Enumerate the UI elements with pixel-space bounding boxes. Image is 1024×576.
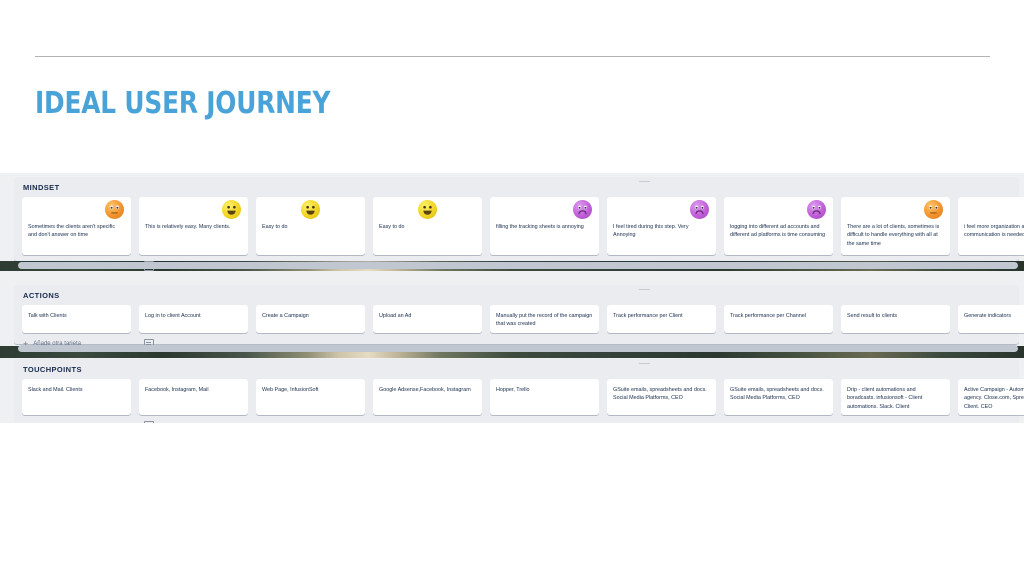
card[interactable]: Easy to do	[256, 197, 365, 255]
slide-divider-rule	[35, 56, 990, 57]
card[interactable]: Active Campaign - Automations for the ag…	[958, 379, 1024, 415]
card[interactable]: Facebook, Instagram, Mail	[139, 379, 248, 415]
sad-face-icon	[690, 200, 709, 219]
face-glyph	[423, 205, 432, 215]
card-text: Facebook, Instagram, Mail	[145, 387, 209, 393]
card-text: Generate indicators	[964, 313, 1012, 319]
card[interactable]: filling the tracking sheets is annoying	[490, 197, 599, 255]
card-text: Upload an Ad	[379, 313, 412, 319]
add-card-button-touchpoints[interactable]: + Añade otra tarjeta	[14, 415, 1019, 423]
confused-face-icon	[924, 200, 943, 219]
card-text: I feel tired during this step. Very Anno…	[613, 224, 689, 239]
face-glyph	[695, 205, 704, 215]
card[interactable]: Create a Campaign	[256, 305, 365, 333]
card[interactable]: Generate indicators	[958, 305, 1024, 333]
face-glyph	[578, 205, 587, 215]
swimlane-title-mindset: MINDSET	[23, 183, 60, 192]
card-text: Web Page, InfusionSoft	[262, 387, 319, 393]
card-text: There are a lot of clients, sometimes is…	[847, 224, 940, 247]
card[interactable]: i feel more organization and communicati…	[958, 197, 1024, 255]
card[interactable]: logging into different ad accounts and d…	[724, 197, 833, 255]
card-list-actions: Talk with Clients Log in to client Accou…	[14, 305, 1024, 333]
card-text: This is relatively easy. Many clients.	[145, 224, 231, 230]
card-text: Track performance per Client	[613, 313, 683, 319]
swimlane-touchpoints: TOUCHPOINTS Slack and Mail. Clients Face…	[14, 359, 1024, 423]
sad-face-icon	[573, 200, 592, 219]
card-text: Sometimes the clients aren't specific an…	[28, 224, 116, 239]
card[interactable]: Track performance per Client	[607, 305, 716, 333]
card[interactable]: Manually put the record of the campaign …	[490, 305, 599, 333]
card-text: Easy to do	[262, 224, 288, 230]
card-text: filling the tracking sheets is annoying	[496, 224, 584, 230]
lane-collapse-handle[interactable]	[639, 363, 650, 364]
card[interactable]: Upload an Ad	[373, 305, 482, 333]
card[interactable]: Drip - client automations and boradcasts…	[841, 379, 950, 415]
card[interactable]: I feel tired during this step. Very Anno…	[607, 197, 716, 255]
card-text: Easy to do	[379, 224, 405, 230]
card-template-icon[interactable]	[143, 421, 154, 423]
card[interactable]: Hopper, Trello	[490, 379, 599, 415]
card-text: Log in to client Account	[145, 313, 201, 319]
card-text: GSuite emails, spreadsheets and docs. So…	[730, 387, 824, 402]
face-glyph	[929, 205, 938, 214]
swimlane-title-touchpoints: TOUCHPOINTS	[23, 365, 82, 374]
card-text: Talk with Clients	[28, 313, 67, 319]
card[interactable]: Easy to do	[373, 197, 482, 255]
card[interactable]: Google Adsense,Facebook, Instagram	[373, 379, 482, 415]
card[interactable]: Web Page, InfusionSoft	[256, 379, 365, 415]
confused-face-icon	[105, 200, 124, 219]
plus-icon: +	[23, 421, 28, 423]
card-text: Manually put the record of the campaign …	[496, 313, 593, 328]
card-text: Create a Campaign	[262, 313, 309, 319]
trello-board-screenshot: MINDSET Sometimes the clients aren't spe…	[0, 173, 1024, 423]
card-list-mindset: Sometimes the clients aren't specific an…	[14, 197, 1024, 255]
face-glyph	[110, 205, 119, 214]
card[interactable]: GSuite emails, spreadsheets and docs. So…	[724, 379, 833, 415]
card[interactable]: GSuite emails, spreadsheets and docs. So…	[607, 379, 716, 415]
swimlane-title-actions: ACTIONS	[23, 291, 60, 300]
card-text: Hopper, Trello	[496, 387, 530, 393]
card[interactable]: Sometimes the clients aren't specific an…	[22, 197, 131, 255]
happy-face-icon	[418, 200, 437, 219]
card-list-touchpoints: Slack and Mail. Clients Facebook, Instag…	[14, 379, 1024, 415]
happy-face-icon	[301, 200, 320, 219]
card-text: logging into different ad accounts and d…	[730, 224, 826, 239]
horizontal-scrollbar-actions[interactable]	[18, 345, 1018, 352]
card-text: Google Adsense,Facebook, Instagram	[379, 387, 471, 393]
card[interactable]: Log in to client Account	[139, 305, 248, 333]
face-glyph	[306, 205, 315, 215]
horizontal-scrollbar-mindset[interactable]	[18, 262, 1018, 269]
card-text: Slack and Mail. Clients	[28, 387, 83, 393]
card[interactable]: There are a lot of clients, sometimes is…	[841, 197, 950, 255]
card-text: Send result to clients	[847, 313, 898, 319]
card-text: Track performance per Channel	[730, 313, 806, 319]
card-text: Active Campaign - Automations for the ag…	[964, 387, 1024, 410]
card[interactable]: This is relatively easy. Many clients.	[139, 197, 248, 255]
card-text: i feel more organization and communicati…	[964, 224, 1024, 239]
sad-face-icon	[807, 200, 826, 219]
card-text: Drip - client automations and boradcasts…	[847, 387, 923, 410]
lane-collapse-handle[interactable]	[639, 289, 650, 290]
card[interactable]: Talk with Clients	[22, 305, 131, 333]
face-glyph	[227, 205, 236, 215]
swimlane-mindset: MINDSET Sometimes the clients aren't spe…	[14, 177, 1024, 271]
lane-collapse-handle[interactable]	[639, 181, 650, 182]
card[interactable]: Slack and Mail. Clients	[22, 379, 131, 415]
swimlane-actions: ACTIONS Talk with Clients Log in to clie…	[14, 285, 1024, 349]
page-title: IDEAL USER JOURNEY	[35, 86, 331, 121]
card[interactable]: Send result to clients	[841, 305, 950, 333]
happy-face-icon	[222, 200, 241, 219]
face-glyph	[812, 205, 821, 215]
card[interactable]: Track performance per Channel	[724, 305, 833, 333]
card-text: GSuite emails, spreadsheets and docs. So…	[613, 387, 707, 402]
